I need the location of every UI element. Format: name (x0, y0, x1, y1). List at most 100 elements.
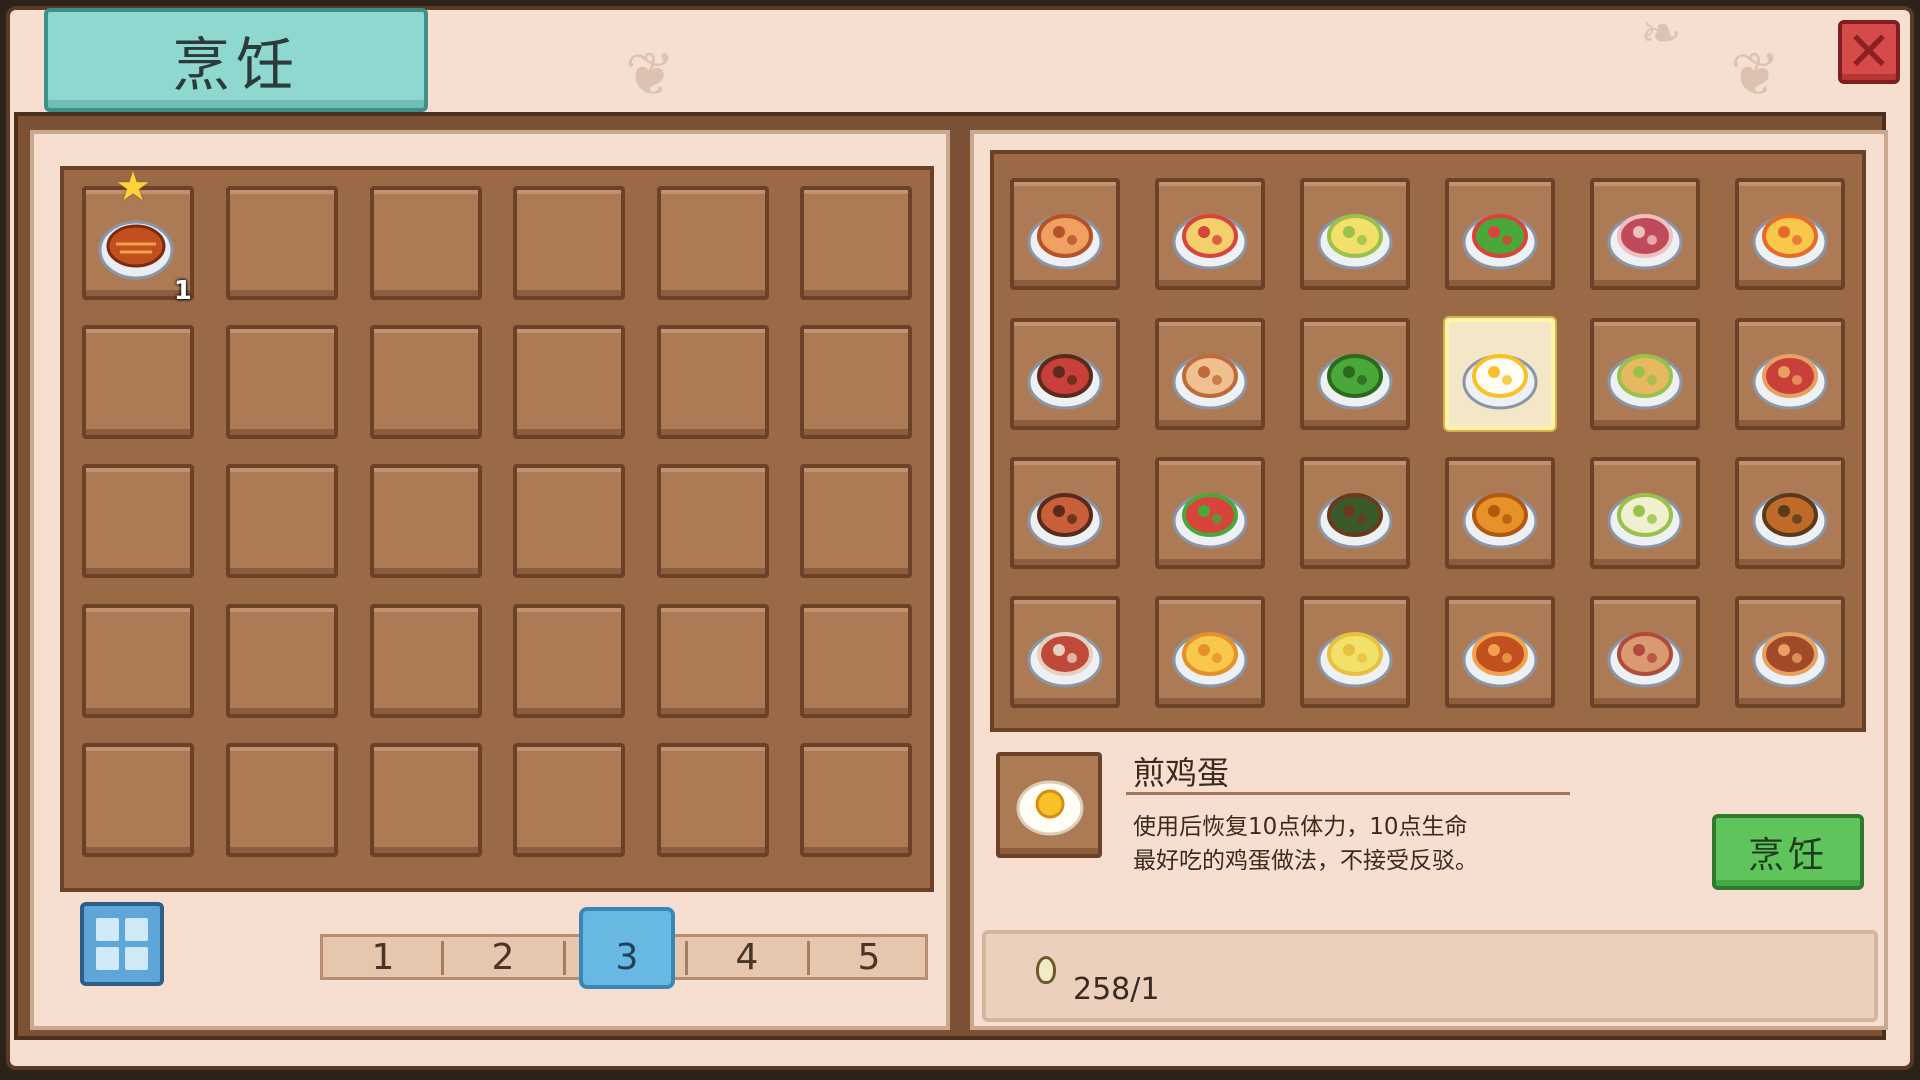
inventory-slot[interactable] (370, 743, 482, 857)
fried-chicken-icon (1462, 493, 1538, 549)
stew-bowl-icon (1027, 493, 1103, 549)
inventory-slot[interactable] (370, 604, 482, 718)
recipe-slot[interactable] (1010, 318, 1120, 430)
recipe-name: 煎鸡蛋 (1133, 754, 1230, 792)
inventory-slot[interactable] (657, 743, 769, 857)
ingredient-cost-text: 258/1 (1073, 972, 1160, 1007)
cook-button[interactable]: 烹饪 (1712, 814, 1864, 890)
inventory-slot[interactable] (82, 604, 194, 718)
recipe-slot[interactable] (1735, 457, 1845, 569)
recipe-slot[interactable] (1590, 318, 1700, 430)
inventory-slot[interactable] (800, 743, 912, 857)
inventory-slot[interactable] (82, 464, 194, 578)
cake-slice-icon (1607, 214, 1683, 270)
omelette-salad-icon (1172, 214, 1248, 270)
recipe-slot[interactable] (1010, 457, 1120, 569)
recipe-slot[interactable] (1300, 457, 1410, 569)
vegetable-salad-icon (1462, 214, 1538, 270)
page-tab-2[interactable]: 2 (443, 937, 563, 978)
recipe-slot[interactable] (1445, 178, 1555, 290)
recipe-slot[interactable] (1155, 596, 1265, 708)
inventory-slot[interactable] (513, 604, 625, 718)
green-vegetables-icon (1317, 354, 1393, 410)
inventory-slot[interactable] (800, 325, 912, 439)
noodle-bowl-icon (1752, 493, 1828, 549)
recipe-slot[interactable] (1735, 178, 1845, 290)
recipe-slot[interactable] (1300, 318, 1410, 430)
recipe-slot[interactable] (1445, 318, 1555, 430)
inventory-slot[interactable] (800, 186, 912, 300)
recipe-slot[interactable] (1590, 596, 1700, 708)
recipe-slot[interactable] (1735, 596, 1845, 708)
egg-soup-icon (1752, 214, 1828, 270)
recipe-slot[interactable] (1590, 178, 1700, 290)
inventory-slot[interactable] (513, 743, 625, 857)
page-selector: 1 2 3 4 5 (320, 907, 929, 989)
recipe-slot[interactable] (1010, 178, 1120, 290)
egg-icon (1036, 956, 1056, 984)
inventory-slot[interactable] (657, 464, 769, 578)
page-tab-1[interactable]: 1 (323, 937, 443, 978)
pickle-jar-icon (1317, 493, 1393, 549)
braised-pork-icon (1752, 632, 1828, 688)
inventory-slot[interactable]: ★ 1 (82, 167, 194, 306)
recipe-flavor-text: 最好吃的鸡蛋做法，不接受反驳。 (1133, 848, 1478, 874)
page-divider (563, 941, 566, 975)
page-tab-5[interactable]: 5 (809, 937, 929, 978)
recipe-slot[interactable] (1300, 178, 1410, 290)
toast-icon (1027, 214, 1103, 270)
grid-bag-icon[interactable] (80, 902, 164, 986)
swirl-ornament: ❧ (1640, 4, 1682, 62)
inventory-slot[interactable] (226, 604, 338, 718)
inventory-slot[interactable] (226, 325, 338, 439)
star-icon: ★ (115, 164, 151, 210)
tomato-dish-icon (1752, 354, 1828, 410)
recipe-slot[interactable] (1155, 457, 1265, 569)
selected-recipe-icon (996, 752, 1102, 858)
fried-fish-icon (1462, 632, 1538, 688)
inventory-slot[interactable] (800, 604, 912, 718)
page-tab-3[interactable]: 3 (579, 907, 675, 989)
recipe-slot[interactable] (1445, 596, 1555, 708)
window-title: 烹饪 (171, 31, 300, 99)
recipe-slot[interactable] (1590, 457, 1700, 569)
inventory-slot[interactable] (657, 325, 769, 439)
corn-soup-icon (1172, 632, 1248, 688)
inventory-slot[interactable] (226, 743, 338, 857)
swirl-ornament: ❦ (625, 40, 676, 110)
vegetable-soup-icon (1172, 493, 1248, 549)
inventory-slot[interactable] (657, 604, 769, 718)
inventory-slot[interactable] (226, 464, 338, 578)
recipe-name-underline (1126, 792, 1570, 795)
recipe-description: 使用后恢复10点体力，10点生命 最好吃的鸡蛋做法，不接受反驳。 (1133, 810, 1478, 878)
inventory-slot[interactable] (657, 186, 769, 300)
recipe-slot[interactable] (1445, 457, 1555, 569)
cucumber-salad-icon (1607, 493, 1683, 549)
recipe-effect-text: 使用后恢复10点体力，10点生命 (1133, 814, 1468, 840)
inventory-slot[interactable] (800, 464, 912, 578)
recipe-slot[interactable] (1155, 318, 1265, 430)
page-tab-4[interactable]: 4 (687, 937, 807, 978)
item-quantity: 1 (173, 276, 192, 306)
close-icon[interactable]: ✕ (1838, 20, 1900, 84)
inventory-slot[interactable] (370, 325, 482, 439)
recipe-slot[interactable] (1300, 596, 1410, 708)
fried-rice-icon (1317, 214, 1393, 270)
meatball-plate-icon (1607, 354, 1683, 410)
inventory-slot[interactable] (513, 186, 625, 300)
roast-meat-icon (1027, 632, 1103, 688)
inventory-slot[interactable] (226, 186, 338, 300)
fried-egg-icon (1462, 354, 1538, 410)
inventory-slot[interactable] (82, 325, 194, 439)
recipe-slot[interactable] (1155, 178, 1265, 290)
inventory-slot[interactable] (370, 186, 482, 300)
inventory-slot[interactable] (513, 464, 625, 578)
inventory-slot[interactable] (513, 325, 625, 439)
recipe-slot[interactable] (1735, 318, 1845, 430)
recipe-slot[interactable] (1010, 596, 1120, 708)
sausage-icon (1607, 632, 1683, 688)
window-title-tab: 烹饪 (44, 8, 428, 112)
steak-plate-icon (1027, 354, 1103, 410)
inventory-slot[interactable] (82, 743, 194, 857)
inventory-slot[interactable] (370, 464, 482, 578)
